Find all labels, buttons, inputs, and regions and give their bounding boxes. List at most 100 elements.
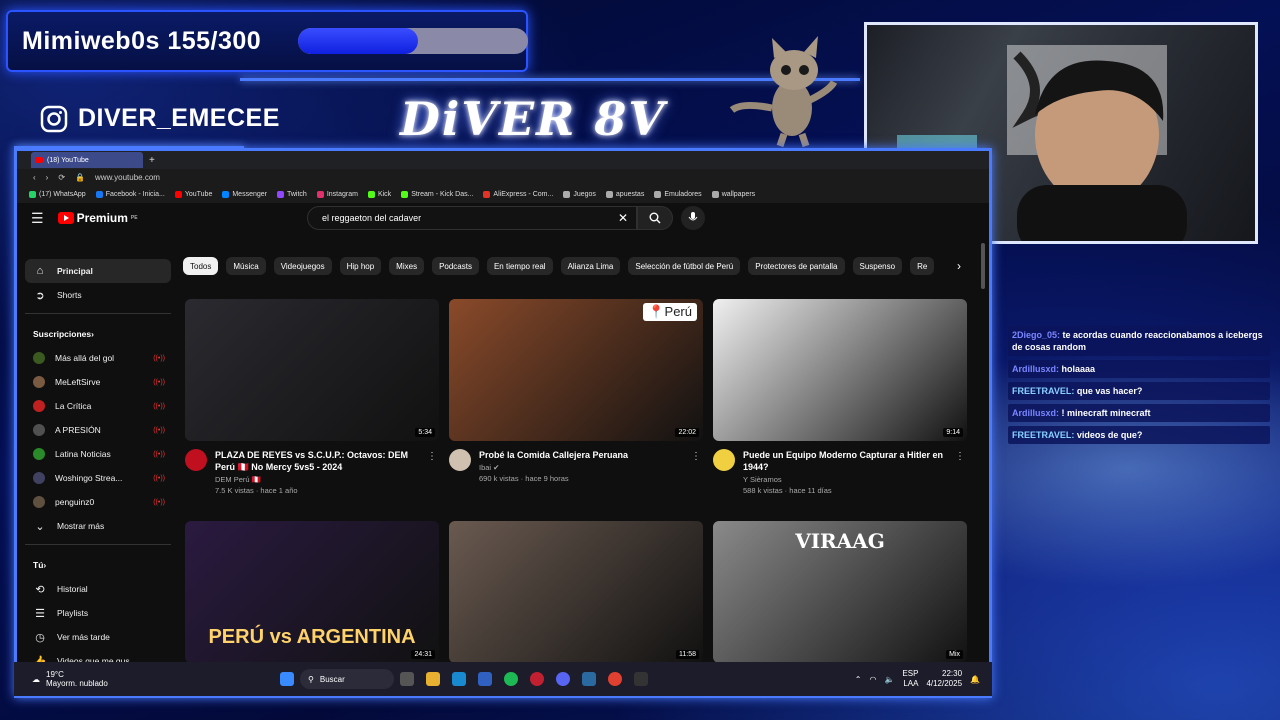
bookmark-item[interactable]: Kick [367,190,391,198]
search-button[interactable] [637,206,673,230]
windows-start-icon[interactable] [280,672,294,686]
language-indicator[interactable]: ESP LAA [902,669,918,689]
subscription-item[interactable]: Latina Noticias ((•)) [25,442,171,466]
filter-chip[interactable]: Música [226,257,266,275]
video-card[interactable]: VIRAAG Mix [713,521,967,663]
filter-chip[interactable]: Protectores de pantalla [748,257,845,275]
watch-later-icon: ◷ [35,631,45,644]
video-thumbnail[interactable]: 11:58 [449,521,703,663]
subscription-item[interactable]: A PRESIÓN ((•)) [25,418,171,442]
forward-icon[interactable]: › [46,173,49,182]
bookmark-item[interactable]: AliExpress - Com... [483,190,553,198]
channel-avatar[interactable] [713,449,735,471]
video-card[interactable]: 11:58 [449,521,703,663]
bookmark-item[interactable]: wallpapers [711,190,755,198]
filter-chip[interactable]: Podcasts [432,257,479,275]
chevron-right-icon[interactable]: › [957,259,961,273]
filter-chip[interactable]: Alianza Lima [560,257,621,275]
more-options-icon[interactable]: ⋮ [955,451,965,462]
file-explorer-icon[interactable] [426,672,440,686]
voice-search-button[interactable] [681,206,705,230]
clear-search-icon[interactable]: ✕ [618,211,628,225]
opera-icon[interactable] [530,672,544,686]
video-title[interactable]: Puede un Equipo Moderno Capturar a Hitle… [743,449,957,473]
subscription-item[interactable]: penguinz0 ((•)) [25,490,171,514]
video-thumbnail[interactable]: VIRAAG Mix [713,521,967,663]
video-channel[interactable]: Ibai ✔ [479,463,693,472]
bookmark-item[interactable]: Juegos [563,190,596,198]
photos-icon[interactable] [582,672,596,686]
filter-chip[interactable]: Re [910,257,935,275]
bookmark-item[interactable]: Instagram [316,190,358,198]
reload-icon[interactable]: ⟳ [58,173,65,182]
bookmark-item[interactable]: Stream - Kick Das... [401,190,473,198]
chat-username: 2Diego_05: [1012,330,1061,340]
video-title[interactable]: PLAZA DE REYES vs S.C.U.P.: Octavos: DEM… [215,449,429,473]
video-thumbnail[interactable]: 5:34 [185,299,439,441]
spotify-icon[interactable] [504,672,518,686]
sidebar-item-you[interactable]: ⟲ Historial [25,577,171,601]
weather-widget[interactable]: ☁ 19°C Mayorm. nublado [14,670,274,688]
filter-chip[interactable]: Mixes [389,257,425,275]
more-options-icon[interactable]: ⋮ [427,451,437,462]
video-title[interactable]: Probé la Comida Callejera Peruana [479,449,693,461]
bookmark-item[interactable]: YouTube [174,190,212,198]
subscription-item[interactable]: La Crítica ((•)) [25,394,171,418]
video-card[interactable]: PERÚ vs ARGENTINA 24:31 [185,521,439,663]
menu-icon[interactable]: ☰ [31,210,44,227]
bookmark-item[interactable]: Facebook - Inicia... [95,190,165,198]
filter-chip[interactable]: Selección de fútbol de Perú [628,257,741,275]
bookmark-icon [401,190,409,198]
sidebar-item-principal[interactable]: ⌂ Principal [25,259,171,283]
volume-icon[interactable]: 🔈 [884,675,894,684]
video-thumbnail[interactable]: PERÚ vs ARGENTINA 24:31 [185,521,439,663]
bookmark-item[interactable]: (17) WhatsApp [29,190,86,198]
app-icon[interactable] [634,672,648,686]
video-thumbnail[interactable]: 📍Perú 22:02 [449,299,703,441]
tab-youtube[interactable]: (18) YouTube [31,152,143,168]
subscription-item[interactable]: Más allá del gol ((•)) [25,346,171,370]
video-channel[interactable]: DEM Perú 🇵🇪 [215,475,429,484]
url-text[interactable]: www.youtube.com [95,173,160,182]
discord-icon[interactable] [556,672,570,686]
clock[interactable]: 22:30 4/12/2025 [926,669,962,689]
edge-icon[interactable] [452,672,466,686]
task-view-icon[interactable] [400,672,414,686]
filter-chip[interactable]: Todos [183,257,219,275]
new-tab-icon[interactable]: + [149,155,155,166]
sidebar-item-shorts[interactable]: ➲ Shorts [25,283,171,307]
taskbar-search[interactable]: ⚲ Buscar [300,669,394,689]
notification-icon[interactable]: 🔔 [970,675,980,684]
channel-avatar[interactable] [185,449,207,471]
subscription-item[interactable]: MeLeftSirve ((•)) [25,370,171,394]
scrollbar[interactable] [981,243,985,289]
filter-chip[interactable]: Hip hop [339,257,382,275]
filter-chip[interactable]: Videojuegos [273,257,332,275]
sidebar-item-you[interactable]: ☰ Playlists [25,601,171,625]
subscription-item[interactable]: Woshingo Strea... ((•)) [25,466,171,490]
video-thumbnail[interactable]: 9:14 [713,299,967,441]
wifi-icon[interactable]: ◠ [869,675,876,684]
video-card[interactable]: 9:14 Puede un Equipo Moderno Capturar a H… [713,299,967,495]
channel-avatar[interactable] [449,449,471,471]
chevron-up-icon[interactable]: ⌃ [855,675,862,684]
bookmark-item[interactable]: Twitch [276,190,307,198]
store-icon[interactable] [478,672,492,686]
show-more-button[interactable]: ⌄ Mostrar más [25,514,171,538]
you-heading[interactable]: Tú › [25,553,171,577]
bookmark-item[interactable]: apuestas [605,190,644,198]
bookmark-item[interactable]: Emuladores [654,190,702,198]
subscriptions-heading[interactable]: Suscripciones › [25,322,171,346]
filter-chip[interactable]: En tiempo real [486,257,553,275]
more-options-icon[interactable]: ⋮ [691,451,701,462]
bookmark-item[interactable]: Messenger [222,190,267,198]
chrome-icon[interactable] [608,672,622,686]
video-card[interactable]: 5:34 PLAZA DE REYES vs S.C.U.P.: Octavos:… [185,299,439,495]
video-channel[interactable]: Y Sièramos [743,475,957,484]
sidebar-item-you[interactable]: ◷ Ver más tarde [25,625,171,649]
youtube-logo[interactable]: Premium PE [57,211,138,225]
search-input[interactable]: el reggaeton del cadaver ✕ [307,206,637,230]
back-icon[interactable]: ‹ [33,173,36,182]
video-card[interactable]: 📍Perú 22:02 Probé la Comida Callejera Peru… [449,299,703,483]
filter-chip[interactable]: Suspenso [852,257,903,275]
